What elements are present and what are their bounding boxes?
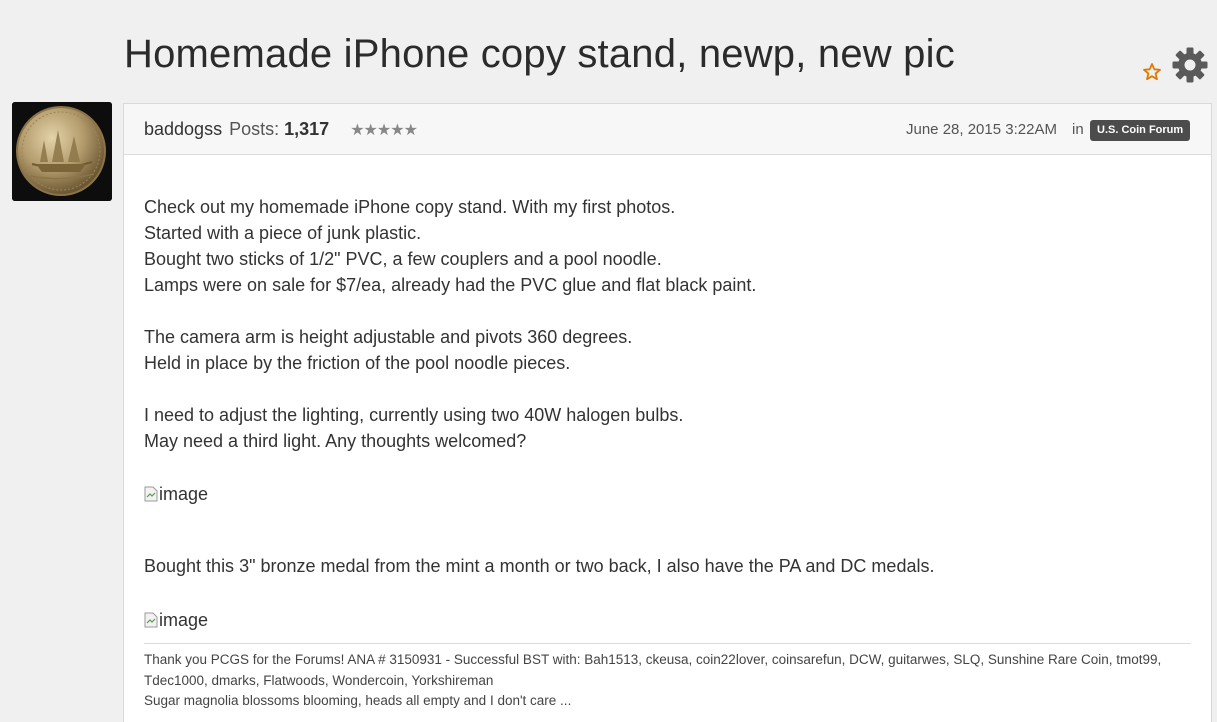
- post-paragraph: Bought two sticks of 1/2" PVC, a few cou…: [144, 249, 662, 269]
- post-date[interactable]: June 28, 2015 3:22AM: [906, 121, 1057, 138]
- post-paragraph: Lamps were on sale for $7/ea, already ha…: [144, 275, 757, 295]
- broken-image[interactable]: image: [144, 481, 208, 507]
- broken-image-icon: [144, 486, 158, 502]
- post-paragraph: I need to adjust the lighting, currently…: [144, 405, 684, 425]
- broken-image-alt: image: [159, 484, 209, 504]
- broken-image[interactable]: image: [144, 607, 208, 633]
- category-in-label: in: [1072, 121, 1084, 138]
- post-body: Check out my homemade iPhone copy stand.…: [144, 194, 1189, 635]
- author-meta: baddogss Posts: 1,317 ★★★★★: [144, 119, 418, 140]
- signature-line: Sugar magnolia blossoms blooming, heads …: [144, 693, 572, 708]
- category-badge[interactable]: U.S. Coin Forum: [1090, 120, 1191, 141]
- signature-divider: [144, 643, 1191, 644]
- gear-icon[interactable]: [1171, 46, 1209, 84]
- broken-image-alt: image: [159, 610, 209, 630]
- discussion-page: Homemade iPhone copy stand, newp, new pi…: [0, 0, 1217, 722]
- post-paragraph: May need a third light. Any thoughts wel…: [144, 431, 527, 451]
- signature-line: Thank you PCGS for the Forums! ANA # 315…: [144, 652, 1162, 688]
- post-card: baddogss Posts: 1,317 ★★★★★ June 28, 201…: [123, 103, 1212, 722]
- post-header: baddogss Posts: 1,317 ★★★★★ June 28, 201…: [124, 104, 1211, 155]
- post-paragraph: The camera arm is height adjustable and …: [144, 327, 633, 347]
- author-name[interactable]: baddogss: [144, 119, 222, 139]
- rank-stars: ★★★★★: [350, 122, 418, 139]
- bookmark-star-icon[interactable]: [1142, 62, 1162, 82]
- posts-count: 1,317: [284, 119, 330, 139]
- posts-label: Posts:: [229, 119, 280, 139]
- post-paragraph: Check out my homemade iPhone copy stand.…: [144, 197, 676, 217]
- broken-image-icon: [144, 612, 158, 628]
- post-paragraph: Started with a piece of junk plastic.: [144, 223, 422, 243]
- page-title: Homemade iPhone copy stand, newp, new pi…: [124, 32, 955, 76]
- user-signature: Thank you PCGS for the Forums! ANA # 315…: [144, 650, 1191, 712]
- avatar[interactable]: [12, 102, 112, 201]
- post-paragraph: Bought this 3" bronze medal from the min…: [144, 556, 935, 576]
- post-paragraph: Held in place by the friction of the poo…: [144, 353, 571, 373]
